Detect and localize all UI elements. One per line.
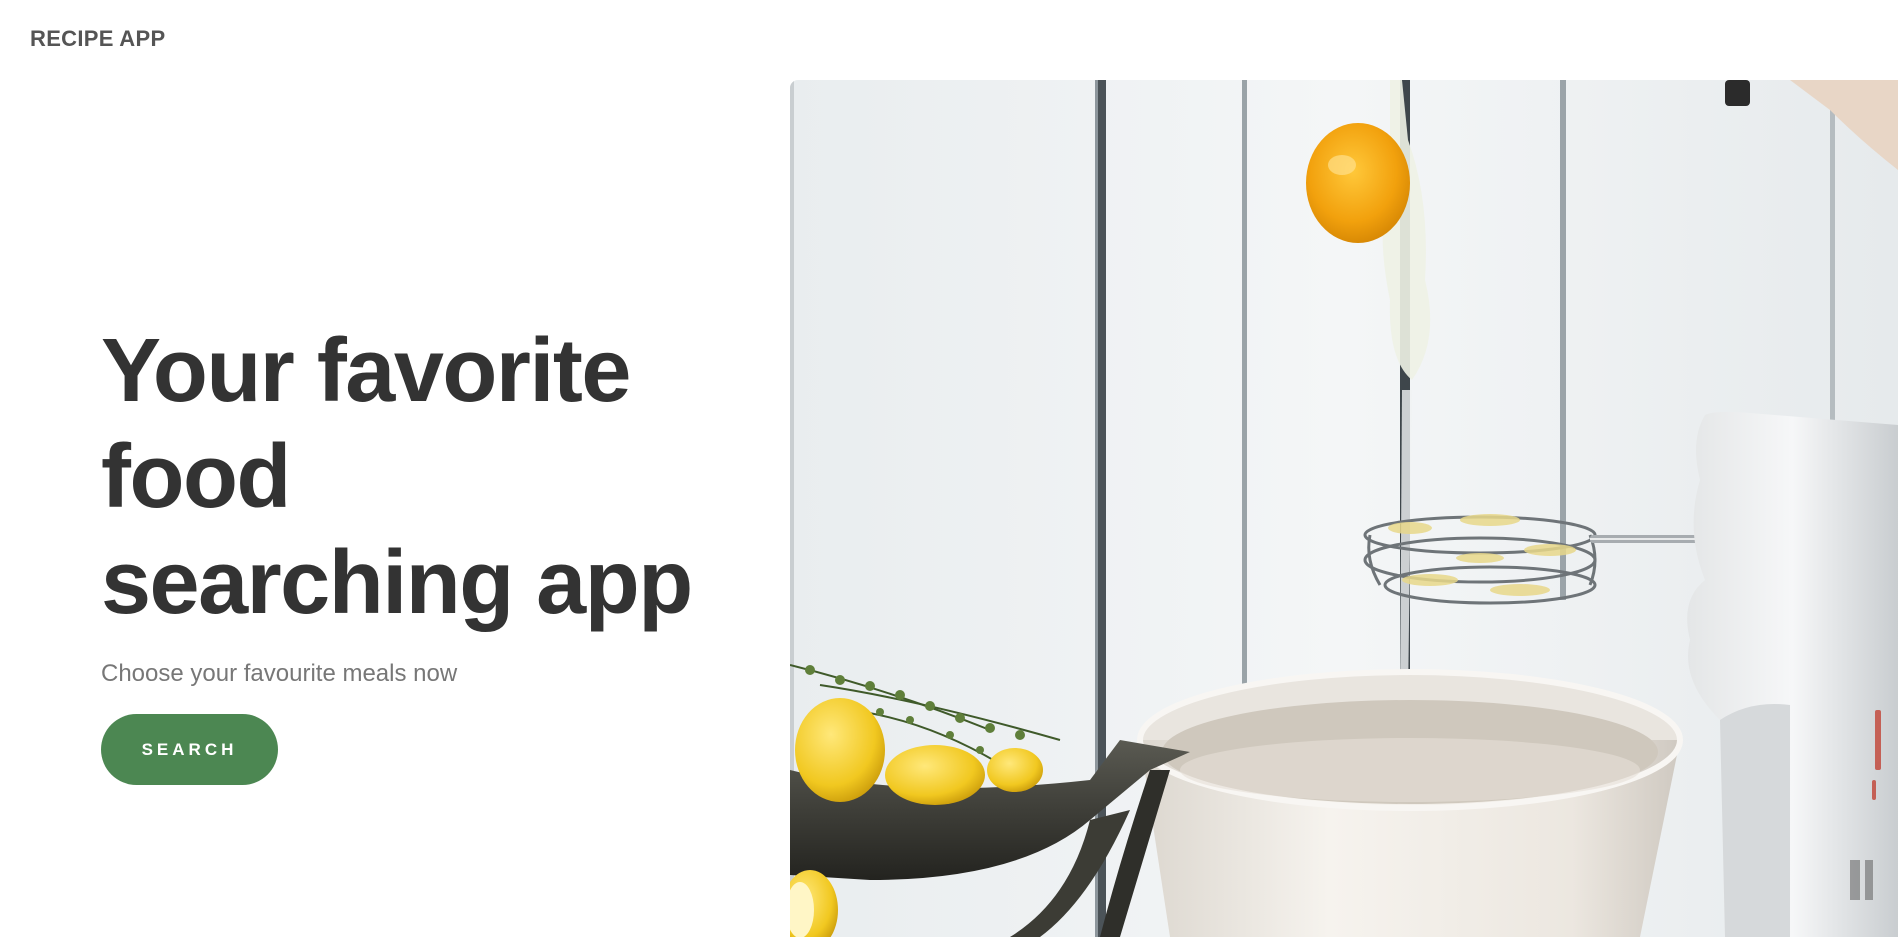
hero-image bbox=[790, 80, 1898, 937]
hero-subtext: Choose your favourite meals now bbox=[101, 660, 458, 687]
search-button[interactable]: SEARCH bbox=[101, 714, 278, 785]
app-logo[interactable]: RECIPE APP bbox=[30, 26, 165, 52]
hero-headline: Your favorite food searching app bbox=[101, 321, 693, 633]
hero-text-block: Your favorite food searching app Choose … bbox=[101, 318, 721, 785]
